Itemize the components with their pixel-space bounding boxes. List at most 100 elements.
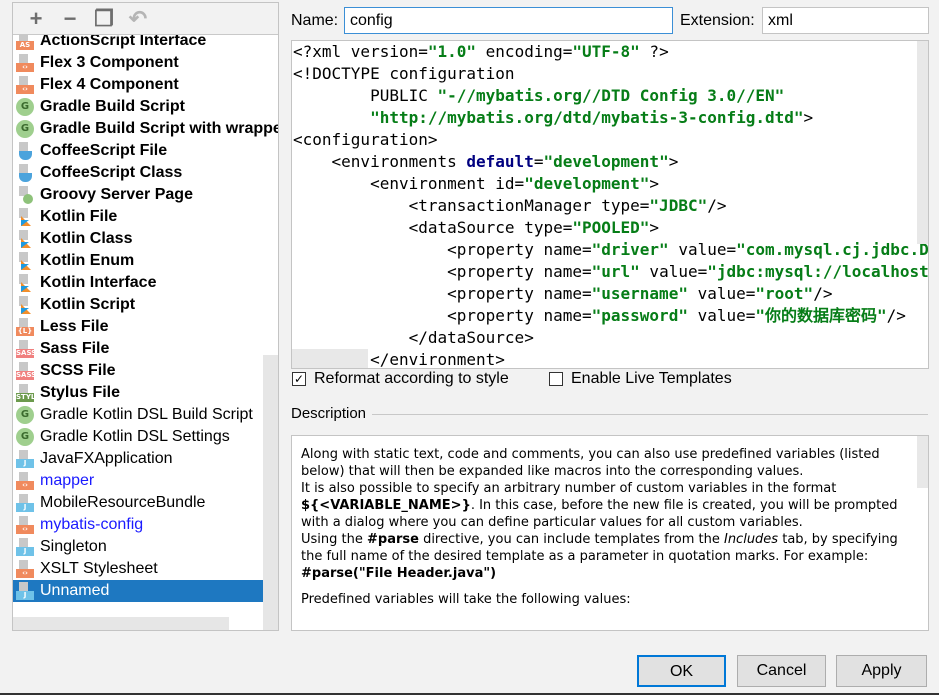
template-item-label: mapper [40, 472, 95, 489]
extension-input[interactable]: xml [762, 7, 929, 34]
code-content: <?xml version="1.0" encoding="UTF-8" ?> <… [293, 41, 929, 368]
template-item[interactable]: Groovy Server Page [13, 184, 277, 206]
template-item[interactable]: J Unnamed [13, 580, 277, 602]
desc-text: Along with static text, code and comment… [301, 447, 880, 479]
code-token: "JDBC" [649, 196, 708, 215]
template-item[interactable]: G Gradle Kotlin DSL Build Script [13, 404, 277, 426]
template-item-label: JavaFXApplication [40, 450, 173, 467]
checkbox-check-icon: ✓ [292, 372, 306, 386]
code-line: <!DOCTYPE configuration [293, 63, 928, 85]
remove-icon[interactable]: − [55, 6, 85, 32]
template-item[interactable]: ‹› XSLT Stylesheet [13, 558, 277, 580]
name-input[interactable]: config [344, 7, 673, 34]
template-item-label: Flex 4 Component [40, 76, 179, 93]
code-token: "url" [591, 262, 640, 281]
copy-icon[interactable]: ❐ [89, 6, 119, 32]
template-list[interactable]: AS ActionScript Interface ‹› Flex 3 Compone… [13, 30, 278, 602]
styl-file-icon: STYL [15, 383, 35, 403]
live-templates-label: Enable Live Templates [571, 370, 732, 387]
apply-button[interactable]: Apply [836, 655, 927, 687]
template-item[interactable]: J MobileResourceBundle [13, 492, 277, 514]
code-token: "password" [591, 306, 688, 325]
template-item[interactable]: CoffeeScript File [13, 140, 277, 162]
template-item-label: Groovy Server Page [40, 186, 193, 203]
code-token: value= [687, 284, 756, 303]
checkbox-empty-icon [549, 372, 563, 386]
add-icon[interactable]: + [21, 6, 51, 32]
description-title: Description [291, 405, 367, 422]
code-token: value= [668, 240, 737, 259]
template-item-label: Kotlin Script [40, 296, 136, 313]
template-item[interactable]: STYL Stylus File [13, 382, 277, 404]
list-vertical-scrollbar[interactable] [263, 355, 278, 630]
ok-button[interactable]: OK [637, 655, 726, 687]
code-line: <environments default="development"> [293, 151, 928, 173]
cancel-button[interactable]: Cancel [737, 655, 826, 687]
template-item[interactable]: ‹› mybatis-config [13, 514, 277, 536]
code-token: > [649, 218, 660, 237]
editor-scrollbar[interactable] [917, 41, 928, 244]
template-item[interactable]: ‹› Flex 4 Component [13, 74, 277, 96]
code-line: </environment> [293, 349, 928, 368]
reset-icon[interactable]: ↶ [123, 6, 153, 32]
code-token: /> [813, 284, 833, 303]
template-item[interactable]: SASS Sass File [13, 338, 277, 360]
code-token: <!DOCTYPE configuration [293, 64, 515, 83]
template-item[interactable]: G Gradle Build Script with wrapper [13, 118, 278, 140]
xml-file-icon: ‹› [15, 471, 35, 491]
code-token: /> [707, 196, 727, 215]
code-token: <configuration> [293, 130, 438, 149]
code-token: </dataSource> [293, 328, 534, 347]
template-item[interactable]: Kotlin File [13, 206, 277, 228]
code-token: <property name= [293, 262, 592, 281]
kotlin-file-icon [15, 207, 35, 227]
code-token: "POOLED" [572, 218, 650, 237]
template-item[interactable]: ‹› mapper [13, 470, 277, 492]
code-token: /> [886, 306, 906, 325]
template-item-label: Kotlin Enum [40, 252, 135, 269]
code-token: value= [687, 306, 756, 325]
code-token: "development" [524, 174, 650, 193]
code-token: "你的数据库密码" [755, 306, 887, 325]
template-code-editor[interactable]: <?xml version="1.0" encoding="UTF-8" ?> <… [291, 40, 929, 369]
template-item[interactable]: Kotlin Interface [13, 272, 277, 294]
template-item-label: Flex 3 Component [40, 54, 179, 71]
code-token: "driver" [591, 240, 669, 259]
template-item-label: Gradle Kotlin DSL Settings [40, 428, 230, 445]
list-horizontal-scrollbar[interactable] [13, 617, 229, 630]
name-label: Name: [291, 12, 339, 29]
template-item[interactable]: CoffeeScript Class [13, 162, 277, 184]
template-item[interactable]: Kotlin Script [13, 294, 277, 316]
template-item-label: MobileResourceBundle [40, 494, 206, 511]
code-line: <property name="driver" value="com.mysql… [293, 239, 928, 261]
reformat-checkbox[interactable]: ✓ Reformat according to style [292, 370, 509, 388]
kotlin-file-icon [15, 251, 35, 271]
code-token: PUBLIC [293, 86, 438, 105]
template-item-label: Singleton [40, 538, 107, 555]
code-token: "jdbc:mysql://localhost:3306/" [707, 262, 929, 281]
template-item-label: Kotlin File [40, 208, 118, 225]
code-token: <environment id= [293, 174, 525, 193]
template-item-label: XSLT Stylesheet [40, 560, 158, 577]
template-item[interactable]: G Gradle Kotlin DSL Settings [13, 426, 277, 448]
template-item[interactable]: Kotlin Class [13, 228, 277, 250]
template-item[interactable]: J JavaFXApplication [13, 448, 277, 470]
live-templates-checkbox[interactable]: Enable Live Templates [549, 370, 732, 388]
xml-file-icon: ‹› [15, 53, 35, 73]
template-item[interactable]: ‹› Flex 3 Component [13, 52, 277, 74]
template-item[interactable]: Kotlin Enum [13, 250, 277, 272]
template-item[interactable]: SASS SCSS File [13, 360, 277, 382]
code-token: "root" [755, 284, 814, 303]
template-item-label: Stylus File [40, 384, 121, 401]
code-token: <property name= [293, 240, 592, 259]
template-item[interactable]: {L} Less File [13, 316, 277, 338]
code-token: <dataSource type= [293, 218, 573, 237]
description-scrollbar[interactable] [917, 436, 928, 488]
java-file-icon: J [15, 449, 35, 469]
template-list-panel: AS ActionScript Interface ‹› Flex 3 Compone… [12, 2, 279, 631]
template-item[interactable]: G Gradle Build Script [13, 96, 277, 118]
template-item[interactable]: J Singleton [13, 536, 277, 558]
template-item-label: Gradle Kotlin DSL Build Script [40, 406, 253, 423]
template-item-label: CoffeeScript File [40, 142, 168, 159]
